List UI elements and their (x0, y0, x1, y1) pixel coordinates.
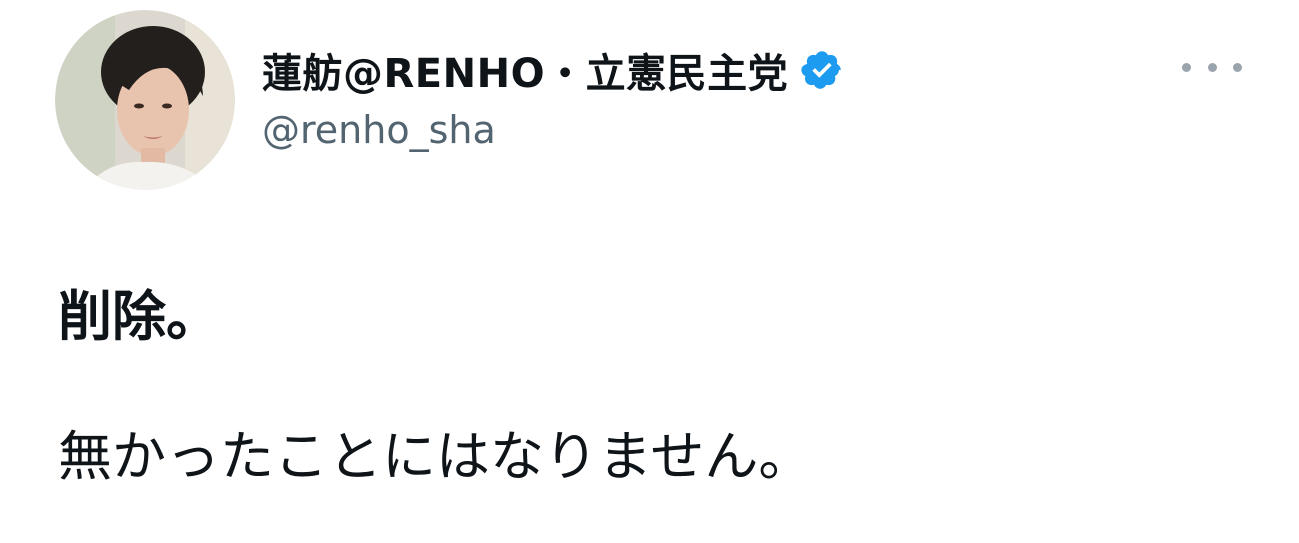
verified-badge-icon (800, 48, 844, 92)
dot (1233, 62, 1242, 72)
tweet-text-line-1: 削除。 (58, 285, 220, 348)
dot (1182, 62, 1191, 72)
author-display-name[interactable]: 蓮舫@RENHO・立憲民主党 (262, 41, 788, 99)
dot (1207, 62, 1217, 72)
avatar[interactable] (55, 10, 235, 190)
profile-photo-icon (55, 10, 235, 190)
tweet-card: 蓮舫@RENHO・立憲民主党 @renho_sha 削除。 無かったことにはなり… (0, 0, 1299, 543)
author-display-name-row[interactable]: 蓮舫@RENHO・立憲民主党 (262, 42, 844, 98)
more-options-icon[interactable] (1182, 52, 1242, 82)
author-handle[interactable]: @renho_sha (262, 108, 496, 152)
tweet-text-line-2: 無かったことにはなりません。 (58, 425, 813, 488)
